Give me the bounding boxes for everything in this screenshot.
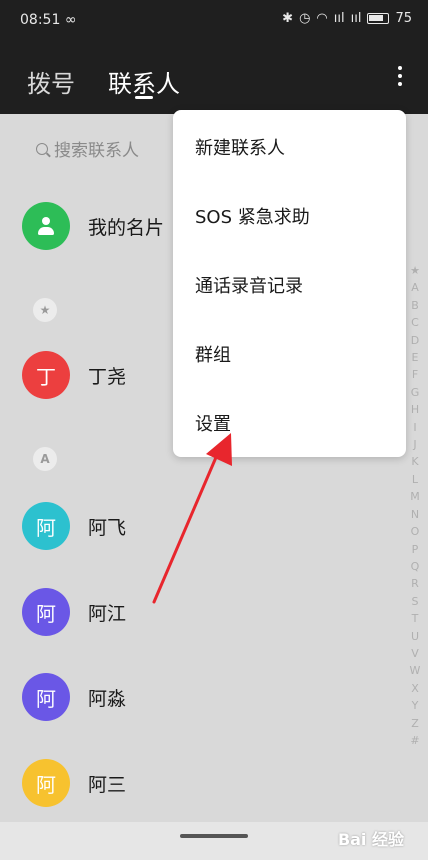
search-icon [36, 142, 48, 155]
alphabet-index-letter[interactable]: O [411, 523, 420, 540]
menu-item-settings[interactable]: 设置 [195, 410, 231, 436]
status-time: 08:51 ∞ [20, 12, 77, 28]
home-indicator[interactable] [180, 834, 248, 838]
contact-name: 阿江 [88, 602, 127, 625]
alphabet-index-letter[interactable]: M [410, 488, 420, 505]
alphabet-index-letter[interactable]: U [411, 628, 419, 645]
menu-item-sos[interactable]: SOS 紧急求助 [195, 203, 310, 229]
alphabet-index-letter[interactable]: Z [411, 715, 419, 732]
overflow-menu: 新建联系人 SOS 紧急求助 通话录音记录 群组 设置 [173, 110, 406, 457]
alphabet-index-letter[interactable]: C [411, 314, 419, 331]
watermark: Bai 经验 [337, 830, 404, 849]
search-input[interactable]: 搜索联系人 [36, 136, 139, 161]
list-item-my-card[interactable]: 我的名片 [22, 202, 164, 250]
alphabet-index-letter[interactable]: N [411, 506, 419, 523]
alphabet-index-letter[interactable]: V [411, 645, 419, 662]
alphabet-index-letter[interactable]: F [412, 366, 418, 383]
menu-item-groups[interactable]: 群组 [195, 341, 231, 367]
list-item[interactable]: 阿 阿三 [22, 759, 126, 807]
alphabet-index-letter[interactable]: A [411, 279, 419, 296]
alphabet-index-letter[interactable]: E [412, 349, 419, 366]
alphabet-index-letter[interactable]: R [411, 575, 419, 592]
alarm-icon: ◷ [299, 11, 311, 26]
list-item[interactable]: 阿 阿江 [22, 588, 126, 636]
menu-item-new-contact[interactable]: 新建联系人 [195, 134, 285, 160]
alphabet-index-letter[interactable]: # [410, 732, 419, 749]
person-icon [36, 216, 56, 236]
more-options-icon[interactable] [394, 66, 406, 90]
tab-contacts[interactable]: 联系人 [108, 64, 180, 99]
alphabet-index-letter[interactable]: W [410, 662, 421, 679]
list-item[interactable]: 丁 丁尧 [22, 351, 126, 399]
alphabet-index-letter[interactable]: B [411, 297, 419, 314]
alphabet-index-letter[interactable]: I [413, 419, 416, 436]
avatar: 丁 [22, 351, 70, 399]
contact-name: 丁尧 [88, 365, 127, 388]
avatar: 阿 [22, 759, 70, 807]
alphabet-index-letter[interactable]: X [411, 680, 419, 697]
alphabet-index-letter[interactable]: J [413, 436, 416, 453]
status-icons: ✱ ◷ ◠ ııl ııl 75 [282, 11, 412, 26]
bluetooth-icon: ✱ [282, 11, 294, 26]
alphabet-index-letter[interactable]: H [411, 401, 419, 418]
list-item[interactable]: 阿 阿淼 [22, 673, 126, 721]
status-bar: 08:51 ∞ ✱ ◷ ◠ ııl ııl 75 [0, 0, 428, 44]
wifi-icon: ◠ [316, 11, 328, 26]
section-header-a: A [33, 447, 57, 471]
tab-indicator [135, 96, 153, 99]
alphabet-index-letter[interactable]: S [412, 593, 419, 610]
top-bar: 拨号 联系人 [0, 44, 428, 114]
contact-name: 阿飞 [88, 516, 127, 539]
tab-dial[interactable]: 拨号 [27, 64, 75, 99]
alphabet-index-letter[interactable]: K [411, 453, 418, 470]
battery-icon [367, 13, 390, 24]
contact-name: 阿淼 [88, 687, 127, 710]
avatar [22, 202, 70, 250]
alphabet-index-letter[interactable]: D [411, 332, 419, 349]
avatar: 阿 [22, 502, 70, 550]
alphabet-index-letter[interactable]: Y [412, 697, 419, 714]
contact-name: 阿三 [88, 773, 127, 796]
alphabet-index-letter[interactable]: Q [411, 558, 420, 575]
alphabet-index-letter[interactable]: P [412, 541, 419, 558]
alphabet-index-letter[interactable]: L [412, 471, 418, 488]
alphabet-index-letter[interactable]: T [412, 610, 419, 627]
avatar: 阿 [22, 588, 70, 636]
alphabet-index-letter[interactable]: G [411, 384, 420, 401]
search-placeholder: 搜索联系人 [54, 141, 139, 161]
avatar: 阿 [22, 673, 70, 721]
section-header-star: ★ [33, 298, 57, 322]
signal-icon: ııl [350, 11, 362, 26]
battery-level: 75 [395, 11, 412, 26]
signal-icon: ııl [333, 11, 345, 26]
navigation-bar: Bai 经验 [0, 822, 428, 860]
alphabet-index-letter[interactable]: ★ [410, 262, 420, 279]
alphabet-index[interactable]: ★ A B C D E F G H I J K L M N O P Q R S T U V W X Y Z # [408, 262, 422, 749]
list-item[interactable]: 阿 阿飞 [22, 502, 126, 550]
contact-name: 我的名片 [88, 216, 165, 239]
menu-item-call-recordings[interactable]: 通话录音记录 [195, 272, 303, 298]
